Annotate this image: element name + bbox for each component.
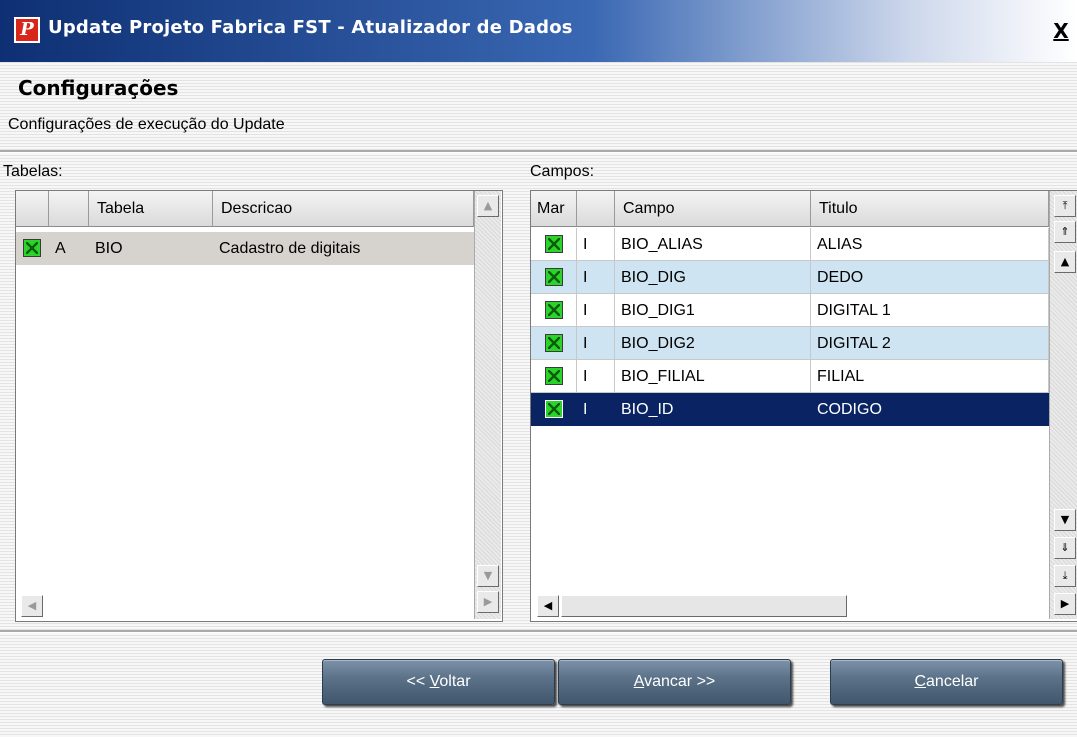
table-cell-op: I (577, 360, 615, 393)
table-cell-op: I (577, 327, 615, 360)
scroll-page-up-icon[interactable]: ⇑ (1054, 221, 1076, 243)
footer-divider (0, 630, 1077, 633)
voltar-mnemonic: V (429, 673, 440, 690)
page-subtitle: Configurações de execução do Update (8, 116, 285, 133)
checkbox-checked-icon[interactable] (545, 367, 563, 385)
table-cell-descricao: Cadastro de digitais (213, 232, 474, 265)
checkbox-checked-icon[interactable] (545, 301, 563, 319)
tabelas-col-tabela[interactable]: Tabela (89, 191, 213, 227)
scroll-right-icon[interactable]: ▶ (1054, 593, 1076, 615)
tabelas-col-status[interactable] (49, 191, 89, 227)
campos-label: Campos: (530, 163, 595, 180)
table-row[interactable]: I BIO_DIG1 DIGITAL 1 (531, 294, 1049, 327)
scroll-left-icon[interactable]: ◀ (21, 595, 43, 617)
tabelas-col-check[interactable] (16, 191, 49, 227)
table-cell-op: I (577, 294, 615, 327)
window-title: Update Projeto Fabrica FST - Atualizador… (48, 17, 573, 38)
avancar-button[interactable]: Avancar >> (558, 659, 791, 705)
cancelar-label: ancelar (926, 673, 979, 690)
table-cell-titulo: FILIAL (811, 360, 1049, 393)
table-cell-titulo: DEDO (811, 261, 1049, 294)
tabelas-label: Tabelas: (3, 163, 63, 180)
cancelar-mnemonic: C (914, 673, 927, 690)
campos-col-titulo[interactable]: Titulo (811, 191, 1049, 227)
scroll-up-icon[interactable]: ▲ (1054, 251, 1076, 273)
campos-col-campo[interactable]: Campo (615, 191, 811, 227)
table-cell-campo: BIO_FILIAL (615, 360, 811, 393)
table-row[interactable]: A BIO Cadastro de digitais (16, 232, 474, 265)
scroll-left-icon[interactable]: ◀ (537, 595, 559, 617)
avancar-label: vancar >> (644, 673, 716, 690)
checkbox-checked-icon[interactable] (545, 400, 563, 418)
checkbox-checked-icon[interactable] (545, 334, 563, 352)
cancelar-button[interactable]: Cancelar (830, 659, 1063, 705)
tabelas-vscroll[interactable]: ▲ ▼ ▶ (474, 191, 501, 619)
page-title: Configurações (18, 76, 179, 100)
table-cell-campo: BIO_DIG2 (615, 327, 811, 360)
scroll-down-icon[interactable]: ▼ (1054, 509, 1076, 531)
voltar-prefix: << (406, 673, 430, 690)
table-cell-titulo: CODIGO (811, 393, 1049, 426)
header-divider (0, 150, 1077, 153)
voltar-label: oltar (439, 673, 471, 690)
close-icon[interactable]: X (1049, 20, 1073, 44)
table-cell-titulo: DIGITAL 1 (811, 294, 1049, 327)
table-cell-campo: BIO_DIG (615, 261, 811, 294)
table-cell-op: I (577, 228, 615, 261)
campos-grid[interactable]: Mar Campo Titulo I BIO_ALIAS ALIAS I BIO… (530, 190, 1077, 622)
table-cell-titulo: DIGITAL 2 (811, 327, 1049, 360)
title-bar: P Update Projeto Fabrica FST - Atualizad… (0, 0, 1077, 62)
app-logo-icon: P (14, 17, 40, 43)
checkbox-checked-icon[interactable] (545, 235, 563, 253)
scroll-down-icon[interactable]: ▼ (477, 565, 499, 587)
scroll-bottom-icon[interactable]: ⤓ (1054, 565, 1076, 587)
scroll-right-icon[interactable]: ▶ (477, 591, 499, 613)
table-cell-campo: BIO_ALIAS (615, 228, 811, 261)
table-row[interactable]: I BIO_DIG2 DIGITAL 2 (531, 327, 1049, 360)
tabelas-col-descricao[interactable]: Descricao (213, 191, 474, 227)
scroll-page-down-icon[interactable]: ⇓ (1054, 537, 1076, 559)
table-cell-campo: BIO_ID (615, 393, 811, 426)
voltar-button[interactable]: << Voltar (322, 659, 555, 705)
checkbox-checked-icon[interactable] (23, 239, 41, 257)
table-cell-status: A (49, 232, 89, 265)
scroll-up-icon[interactable]: ▲ (477, 195, 499, 217)
scroll-top-icon[interactable]: ⤒ (1054, 195, 1076, 217)
table-row[interactable]: I BIO_FILIAL FILIAL (531, 360, 1049, 393)
table-cell-op: I (577, 393, 615, 426)
campos-col-mar[interactable]: Mar (531, 191, 577, 227)
checkbox-checked-icon[interactable] (545, 268, 563, 286)
hscroll-thumb[interactable] (561, 595, 847, 617)
table-row[interactable]: I BIO_ALIAS ALIAS (531, 228, 1049, 261)
table-row-selected[interactable]: I BIO_ID CODIGO (531, 393, 1049, 426)
campos-vscroll[interactable]: ⤒ ⇑ ▲ ▼ ⇓ ⤓ ▶ (1049, 191, 1077, 619)
table-cell-campo: BIO_DIG1 (615, 294, 811, 327)
table-cell-tabela: BIO (89, 232, 213, 265)
table-cell-titulo: ALIAS (811, 228, 1049, 261)
campos-col-op[interactable] (577, 191, 615, 227)
avancar-mnemonic: A (633, 673, 645, 690)
tabelas-grid[interactable]: Tabela Descricao A BIO Cadastro de digit… (15, 190, 503, 622)
table-row[interactable]: I BIO_DIG DEDO (531, 261, 1049, 294)
table-cell-op: I (577, 261, 615, 294)
